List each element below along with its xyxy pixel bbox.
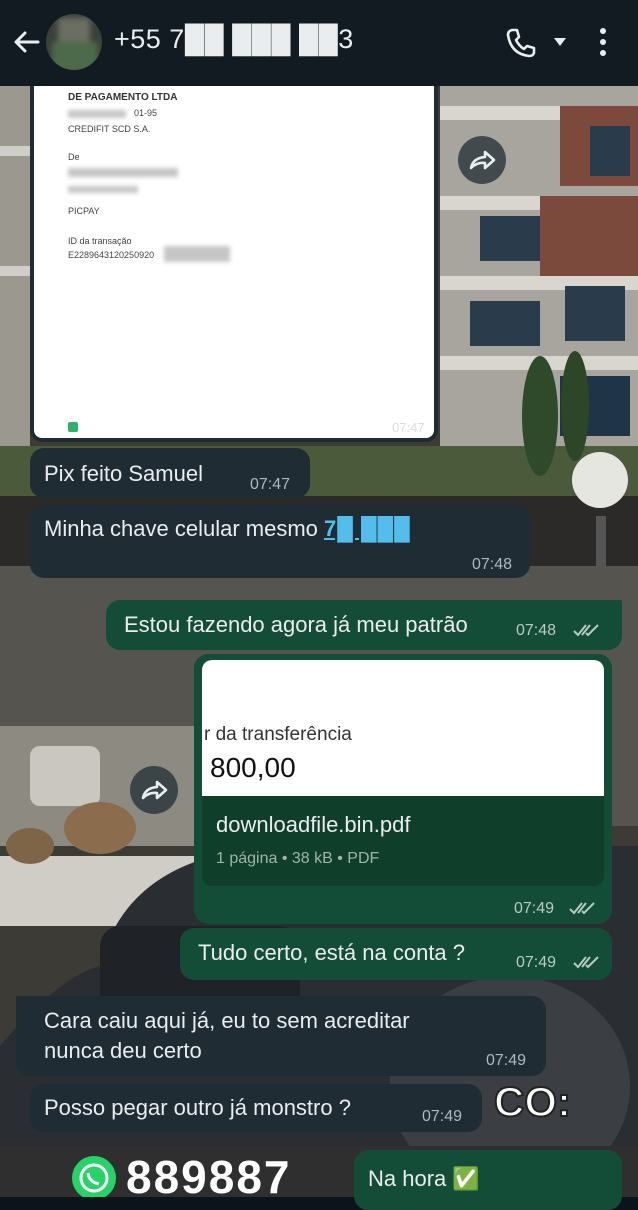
incoming-message[interactable]: Pix feito Samuel 07:47	[30, 448, 310, 498]
phone-link[interactable]: 7█ ███	[324, 516, 411, 541]
receipt-time: 07:47	[392, 420, 425, 435]
outgoing-message[interactable]: Na hora ✅	[354, 1150, 622, 1210]
contact-name[interactable]: +55 7██ ███ ██3	[114, 24, 354, 55]
wallpaper-sign-text: CO:	[493, 1077, 572, 1126]
redacted-block	[68, 168, 178, 177]
file-name: downloadfile.bin.pdf	[216, 812, 411, 837]
message-text: Tudo certo, está na conta ?	[198, 940, 466, 965]
message-text: Minha chave celular mesmo 7█ ███	[44, 516, 411, 542]
message-time: 07:49	[486, 1052, 527, 1069]
message-text: Pix feito Samuel	[44, 461, 203, 486]
read-ticks-icon	[573, 956, 599, 969]
chat-header: +55 7██ ███ ██3	[0, 0, 638, 86]
receipt-line: CREDIFIT SCD S.A.	[68, 124, 151, 134]
message-time: 07:48	[472, 556, 513, 573]
pdf-preview-card[interactable]: r da transferência 800,00 downloadfile.b…	[202, 660, 604, 886]
message-text: Estou fazendo agora já meu patrão	[124, 612, 468, 637]
message-text-line: Cara caiu aqui já, eu to sem acreditar	[44, 1008, 410, 1033]
receipt-line: 01-95	[134, 108, 158, 118]
redacted-block	[68, 110, 126, 118]
incoming-message[interactable]: Posso pegar outro já monstro ? 07:49	[30, 1084, 482, 1132]
message-time: 07:48	[516, 622, 557, 639]
receipt-txid-label: ID da transação	[68, 236, 132, 246]
avatar[interactable]	[46, 14, 102, 70]
message-text: Posso pegar outro já monstro ?	[44, 1095, 351, 1120]
outgoing-message[interactable]: Tudo certo, está na conta ? 07:49	[180, 928, 612, 980]
wallpaper-phone-text: 889887	[126, 1151, 292, 1197]
whatsapp-logo-icon	[72, 1156, 116, 1197]
back-arrow-icon[interactable]	[10, 26, 42, 58]
forward-icon	[141, 780, 168, 800]
message-time: 07:47	[250, 476, 291, 493]
receipt-image[interactable]: DE PAGAMENTO LTDA 01-95 CREDIFIT SCD S.A…	[30, 86, 438, 442]
preview-amount: 800,00	[210, 752, 296, 783]
receipt-from-label: De	[68, 152, 80, 162]
outgoing-document-message[interactable]: r da transferência 800,00 downloadfile.b…	[194, 654, 612, 924]
message-time: 07:49	[516, 954, 557, 971]
phone-call-icon[interactable]	[502, 24, 540, 62]
message-text: Na hora ✅	[368, 1166, 480, 1191]
read-ticks-icon	[569, 902, 595, 915]
receipt-txid-value: E2289643120250920	[68, 250, 155, 260]
outgoing-message[interactable]: Estou fazendo agora já meu patrão 07:48	[106, 600, 622, 650]
message-time: 07:49	[422, 1108, 463, 1125]
forward-icon	[469, 150, 496, 170]
incoming-message[interactable]: Minha chave celular mesmo 7█ ███ 07:48	[30, 504, 530, 578]
forward-button[interactable]	[458, 136, 506, 184]
receipt-badge-icon	[68, 422, 78, 432]
preview-label: r da transferência	[204, 724, 352, 745]
more-options-icon[interactable]	[596, 26, 610, 58]
redacted-block	[164, 246, 230, 262]
incoming-message[interactable]: Cara caiu aqui já, eu to sem acreditar n…	[16, 996, 546, 1076]
redacted-block	[68, 186, 138, 193]
forward-button[interactable]	[130, 766, 178, 814]
pdf-preview-image: r da transferência 800,00	[202, 660, 604, 796]
message-text-line: nunca deu certo	[44, 1038, 202, 1063]
receipt-bank: PICPAY	[68, 206, 100, 216]
dropdown-caret-icon[interactable]	[552, 36, 568, 48]
read-ticks-icon	[573, 624, 599, 637]
file-meta: 1 página • 38 kB • PDF	[216, 850, 380, 867]
receipt-line: DE PAGAMENTO LTDA	[68, 92, 178, 103]
message-text-part: Minha chave celular mesmo	[44, 516, 325, 541]
message-time: 07:49	[514, 900, 555, 917]
